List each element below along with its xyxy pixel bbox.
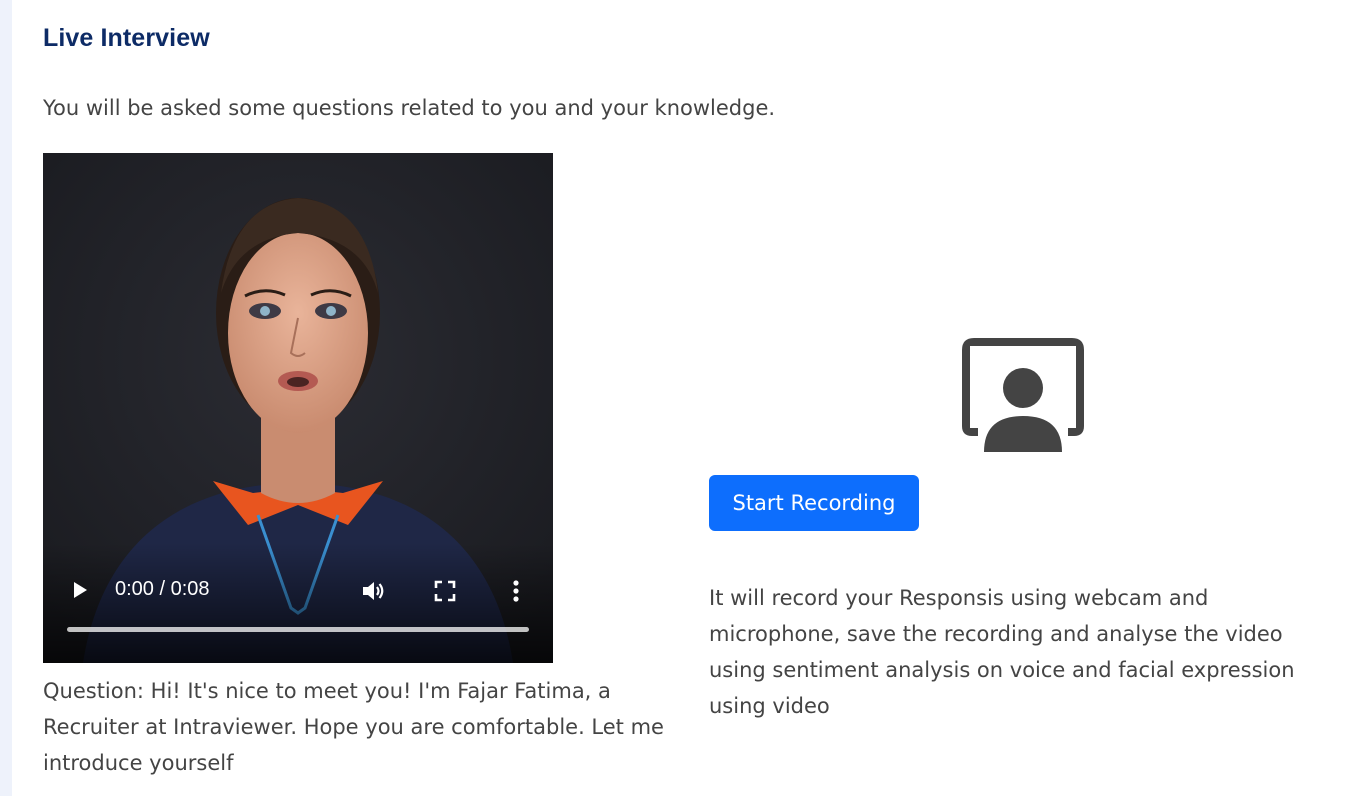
controls-overlay bbox=[43, 543, 553, 663]
video-progress-bar[interactable] bbox=[67, 627, 529, 632]
page-title: Live Interview bbox=[43, 24, 210, 52]
question-text: Question: Hi! It's nice to meet you! I'm… bbox=[43, 679, 664, 775]
webcam-user-icon bbox=[962, 338, 1084, 452]
volume-icon[interactable] bbox=[359, 577, 387, 605]
play-icon[interactable] bbox=[67, 577, 93, 603]
intro-text: You will be asked some questions related… bbox=[43, 96, 776, 120]
left-rail bbox=[0, 0, 12, 796]
interviewer-video-player[interactable]: 0:00 / 0:08 bbox=[43, 153, 553, 663]
fullscreen-icon[interactable] bbox=[433, 579, 457, 603]
video-time-display: 0:00 / 0:08 bbox=[115, 578, 210, 600]
recording-description: It will record your Responsis using webc… bbox=[709, 586, 1295, 718]
start-recording-button[interactable]: Start Recording bbox=[709, 475, 919, 531]
more-vertical-icon[interactable] bbox=[505, 577, 527, 605]
